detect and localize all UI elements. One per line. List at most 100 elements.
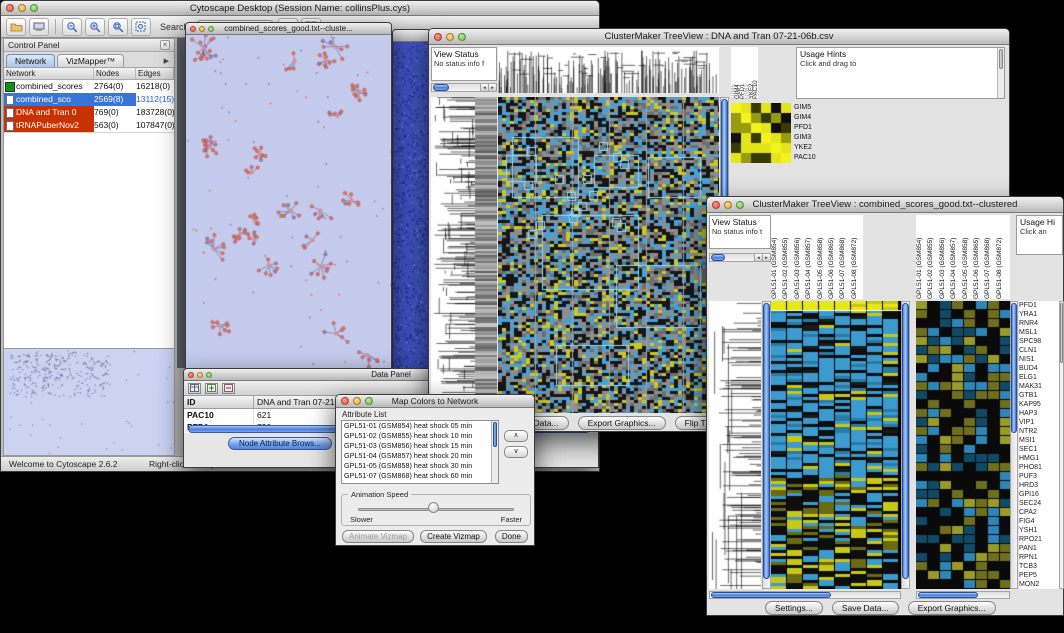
close-button[interactable]: [6, 4, 14, 12]
treeview-action-button[interactable]: Export Graphics...: [578, 416, 666, 430]
zoom-button[interactable]: [736, 201, 744, 209]
scrollbar-thumb[interactable]: [433, 84, 449, 91]
network-row[interactable]: tRNAPuberNov2 563(0) 107847(0): [4, 119, 174, 132]
select-attributes-button[interactable]: [188, 383, 201, 394]
zoom-button[interactable]: [458, 33, 466, 41]
gene-label[interactable]: KAP95: [1019, 400, 1059, 409]
column-label[interactable]: GPL51-02 (GSM855): [782, 215, 793, 299]
zoom-button[interactable]: [208, 26, 214, 32]
close-button[interactable]: [190, 26, 196, 32]
network-row[interactable]: combined_sco 2569(8) 13112(15): [4, 93, 174, 106]
attribute-listbox[interactable]: GPL51-01 (GSM854) heat shock 05 minGPL51…: [341, 420, 499, 484]
minimize-button[interactable]: [197, 372, 203, 378]
network-view-titlebar[interactable]: combined_scores_good.txt--cluste...: [186, 23, 391, 35]
column-label[interactable]: GPL51-02 (GSM855): [927, 215, 938, 299]
slider-thumb[interactable]: [428, 502, 439, 513]
tv2-zoom-v-scrollbar[interactable]: [1010, 301, 1018, 589]
status-h-scrollbar[interactable]: ◂ ▸: [431, 83, 497, 92]
tv1-column-dendrogram-canvas[interactable]: [498, 47, 719, 93]
gene-label[interactable]: SEC1: [1019, 445, 1059, 454]
gene-label[interactable]: SPC98: [1019, 337, 1059, 346]
gene-label[interactable]: HMG1: [1019, 454, 1059, 463]
scrollbar-thumb[interactable]: [711, 254, 725, 261]
move-up-button[interactable]: ∧: [504, 430, 528, 442]
network-overview-canvas[interactable]: [4, 348, 174, 455]
attribute-item[interactable]: GPL51-04 (GSM857) heat shock 20 min: [342, 451, 498, 461]
zoom-button[interactable]: [206, 372, 212, 378]
main-titlebar[interactable]: Cytoscape Desktop (Session Name: collins…: [1, 1, 599, 16]
gene-label[interactable]: RPN1: [1019, 553, 1059, 562]
column-label[interactable]: GPL51-08 (GSM872): [851, 215, 862, 299]
attribute-item[interactable]: GPL51-02 (GSM855) heat shock 10 min: [342, 431, 498, 441]
column-label[interactable]: GPL51-06 (GSM865): [973, 215, 984, 299]
column-label[interactable]: GPL51-03 (GSM856): [939, 215, 950, 299]
zoom-in-button[interactable]: [85, 18, 105, 36]
gene-label[interactable]: SEC24: [1019, 499, 1059, 508]
gene-label[interactable]: HRD3: [1019, 481, 1059, 490]
hints-scrollbar[interactable]: [997, 48, 1004, 98]
column-label[interactable]: GPL51-07 (GSM868): [984, 215, 995, 299]
gene-label[interactable]: VIP1: [1019, 418, 1059, 427]
scroll-left-icon[interactable]: ◂: [480, 84, 488, 91]
gene-label[interactable]: NIS1: [1019, 355, 1059, 364]
column-label[interactable]: GPL51-05 (GSM858): [962, 215, 973, 299]
attribute-item[interactable]: GPL51-07 (GSM868) heat shock 60 min: [342, 471, 498, 481]
id-column-header[interactable]: ID: [184, 396, 254, 408]
matrix-row-label[interactable]: YKE2: [794, 143, 828, 153]
background-network-window[interactable]: [392, 29, 431, 371]
network-row[interactable]: DNA and Tran 0 769(0) 183728(0): [4, 106, 174, 119]
scrollbar-thumb[interactable]: [493, 422, 497, 447]
tv2-row-dendrogram-canvas[interactable]: [709, 301, 761, 589]
minimize-button[interactable]: [18, 4, 26, 12]
save-session-button[interactable]: [29, 18, 49, 36]
scrollbar-thumb[interactable]: [1011, 303, 1017, 433]
scroll-right-icon[interactable]: ▸: [488, 84, 496, 91]
matrix-row-label[interactable]: GIM4: [794, 113, 828, 123]
attribute-item[interactable]: GPL51-01 (GSM854) heat shock 05 min: [342, 421, 498, 431]
zoom-button[interactable]: [365, 397, 373, 405]
minimize-button[interactable]: [199, 26, 205, 32]
column-label[interactable]: GPL51-01 (GSM854): [916, 215, 927, 299]
gene-label[interactable]: FIG4: [1019, 517, 1059, 526]
scroll-left-icon[interactable]: ◂: [754, 254, 762, 261]
gene-label[interactable]: PEP5: [1019, 571, 1059, 580]
treeview-action-button[interactable]: Settings...: [765, 601, 823, 615]
attribute-list-scrollbar[interactable]: [491, 421, 498, 483]
gene-label[interactable]: TCB3: [1019, 562, 1059, 571]
tv1-row-dendrogram-canvas[interactable]: [431, 97, 497, 413]
column-label[interactable]: GPL51-07 (GSM868): [839, 215, 850, 299]
scrollbar-thumb[interactable]: [902, 303, 909, 579]
column-label[interactable]: GPL51-04 (GSM857): [950, 215, 961, 299]
matrix-row-label[interactable]: PFD1: [794, 123, 828, 133]
gene-label[interactable]: MON2: [1019, 580, 1059, 589]
node-attribute-browser-button[interactable]: Node Attribute Brows...: [228, 437, 332, 450]
tv1-correlation-matrix-canvas[interactable]: [731, 103, 791, 163]
tab-network[interactable]: Network: [6, 54, 55, 67]
column-label[interactable]: GPL51-03 (GSM856): [794, 215, 805, 299]
gene-label[interactable]: MAK31: [1019, 382, 1059, 391]
tab-overflow-icon[interactable]: ▶: [164, 57, 172, 67]
column-label[interactable]: GPL51-04 (GSM857): [805, 215, 816, 299]
close-button[interactable]: [341, 397, 349, 405]
delete-attribute-button[interactable]: [222, 383, 235, 394]
tv2-zoom-h-scrollbar[interactable]: [916, 591, 1010, 599]
gene-label[interactable]: CLN1: [1019, 346, 1059, 355]
matrix-row-label[interactable]: GIM3: [794, 133, 828, 143]
gene-label[interactable]: BUD4: [1019, 364, 1059, 373]
column-label[interactable]: GPL51-08 (GSM872): [996, 215, 1007, 299]
create-attribute-button[interactable]: [205, 383, 218, 394]
column-label[interactable]: GPL51-05 (GSM858): [817, 215, 828, 299]
dialog-button[interactable]: Animate Vizmap: [342, 530, 414, 543]
hidden-network-canvas[interactable]: [393, 42, 430, 370]
scrollbar-thumb[interactable]: [918, 592, 978, 598]
move-down-button[interactable]: ∨: [504, 446, 528, 458]
gene-label[interactable]: YRA1: [1019, 310, 1059, 319]
tv1-heatmap-canvas[interactable]: [498, 97, 719, 413]
matrix-row-label[interactable]: PAC10: [794, 153, 828, 163]
gene-label[interactable]: PHO81: [1019, 463, 1059, 472]
treeview1-titlebar[interactable]: ClusterMaker TreeView : DNA and Tran 07-…: [429, 29, 1009, 45]
zoom-fit-button[interactable]: [108, 18, 128, 36]
close-button[interactable]: [712, 201, 720, 209]
map-dialog-titlebar[interactable]: Map Colors to Network: [336, 395, 534, 408]
gene-label[interactable]: RNR4: [1019, 319, 1059, 328]
